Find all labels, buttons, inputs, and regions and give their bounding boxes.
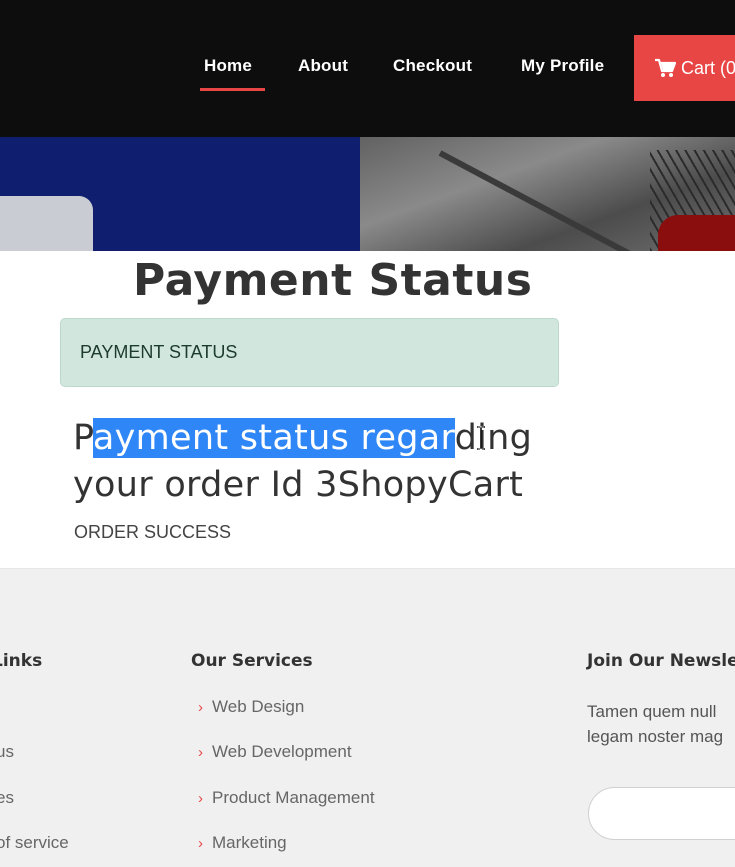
navbar: Home About Checkout My Profile Cart (0 — [0, 0, 735, 137]
service-link-web-development[interactable]: › Web Development — [198, 742, 352, 762]
service-label: Marketing — [212, 833, 287, 852]
message-text: ding — [454, 418, 533, 458]
service-link-product-management[interactable]: › Product Management — [198, 788, 375, 808]
newsletter-line: Tamen quem null — [587, 702, 717, 721]
chevron-right-icon: › — [198, 698, 203, 716]
newsletter-email-input[interactable] — [588, 787, 735, 840]
footer: Links us es of service Our Services › We… — [0, 568, 735, 867]
nav-about-link[interactable]: About — [298, 56, 348, 76]
service-link-web-design[interactable]: › Web Design — [198, 697, 304, 717]
footer-newsletter-heading: Join Our Newsle — [587, 651, 735, 671]
footer-links-heading: Links — [0, 651, 43, 671]
service-link-marketing[interactable]: › Marketing — [198, 833, 287, 853]
chevron-right-icon: › — [198, 743, 203, 761]
order-status-text: ORDER SUCCESS — [74, 522, 232, 542]
shopping-cart-icon — [654, 58, 677, 78]
nav-checkout-link[interactable]: Checkout — [393, 56, 472, 76]
message-text: P — [73, 418, 93, 458]
newsletter-line: legam noster mag — [587, 727, 724, 746]
footer-link[interactable]: es — [0, 788, 14, 808]
cart-label: Cart (0 — [681, 57, 735, 78]
active-nav-underline — [200, 88, 265, 91]
service-label: Web Development — [212, 742, 352, 761]
footer-link[interactable]: of service — [0, 833, 69, 853]
payment-message-line-1: Payment status regarding — [73, 418, 532, 458]
service-label: Web Design — [212, 697, 305, 716]
hero-banner: Home About Checkout My Profile Cart (0 — [0, 0, 735, 251]
selected-text: ayment status regar — [92, 418, 455, 458]
footer-services-heading: Our Services — [191, 651, 313, 671]
payment-message-line-2: your order Id 3ShopyCart — [73, 465, 524, 505]
page-title: Payment Status — [133, 255, 533, 306]
cart-button[interactable]: Cart (0 — [634, 35, 735, 101]
payment-status-alert: PAYMENT STATUS — [60, 318, 559, 387]
nav-home-link[interactable]: Home — [204, 56, 252, 76]
nav-profile-link[interactable]: My Profile — [521, 56, 604, 76]
chevron-right-icon: › — [198, 789, 203, 807]
footer-link[interactable]: us — [0, 742, 14, 762]
text-cursor-icon — [477, 426, 485, 450]
alert-text: PAYMENT STATUS — [80, 342, 238, 362]
newsletter-description: Tamen quem null legam noster mag — [587, 699, 735, 749]
service-label: Product Management — [212, 788, 375, 807]
chevron-right-icon: › — [198, 834, 203, 852]
